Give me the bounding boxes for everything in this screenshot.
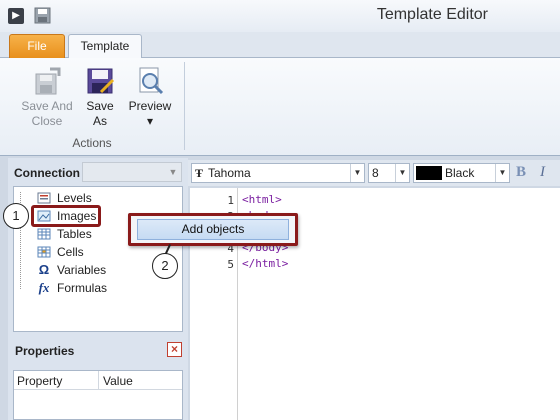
step-callout-2: 2 [152, 253, 178, 279]
font-family-select[interactable]: Ŧ Tahoma ▼ [191, 163, 365, 183]
omega-icon: Ω [38, 262, 50, 277]
column-divider [98, 371, 99, 390]
tab-template[interactable]: Template [68, 34, 142, 59]
chevron-down-icon: ▼ [495, 164, 509, 182]
save-as-button[interactable]: Save As [80, 66, 120, 129]
line-number: 5 [227, 258, 234, 271]
levels-icon [37, 192, 51, 204]
chevron-down-icon: ▼ [350, 164, 364, 182]
connection-label: Connection [14, 166, 80, 180]
tree-item-label: Tables [57, 227, 92, 241]
save-and-close-button[interactable]: Save And Close [17, 66, 77, 129]
preview-button[interactable]: Preview ▾ [124, 66, 176, 129]
fx-icon: fx [38, 280, 50, 295]
tables-icon [37, 228, 51, 240]
connection-select[interactable]: ▼ [82, 162, 182, 182]
save-as-icon [87, 68, 115, 94]
font-size-select[interactable]: 8 ▼ [368, 163, 410, 183]
save-as-line2: As [92, 114, 107, 128]
chevron-down-icon: ▼ [395, 164, 409, 182]
step-callout-1: 1 [3, 203, 29, 229]
tree-item-variables[interactable]: Ω Variables [13, 261, 163, 279]
column-header-value[interactable]: Value [103, 374, 133, 388]
italic-button[interactable]: I [540, 164, 545, 181]
font-color-value: Black [445, 166, 475, 180]
ribbon-group-label: Actions [72, 136, 112, 150]
bold-button[interactable]: B [516, 164, 526, 181]
preview-magnifier-icon [139, 67, 164, 95]
code-line[interactable]: </html> [242, 257, 288, 270]
close-icon[interactable]: × [167, 342, 182, 357]
window-title: Template Editor [376, 6, 488, 23]
font-family-value: Tahoma [208, 166, 251, 180]
chevron-down-icon: ▼ [168, 167, 178, 177]
tree-item-label: Cells [57, 245, 84, 259]
font-size-value: 8 [372, 166, 379, 180]
tree-item-label: Variables [57, 263, 107, 277]
cells-icon [37, 246, 51, 258]
color-swatch [416, 166, 442, 180]
save-and-close-line2: Close [31, 114, 63, 128]
save-as-line1: Save [86, 99, 114, 113]
code-line[interactable]: <html> [242, 193, 282, 206]
properties-label: Properties [15, 344, 75, 358]
font-color-select[interactable]: Black ▼ [413, 163, 510, 183]
save-close-icon [35, 67, 61, 95]
column-header-property[interactable]: Property [17, 374, 62, 388]
tree-item-label: Formulas [57, 281, 108, 295]
line-number: 1 [227, 194, 234, 207]
preview-label: Preview [128, 99, 172, 113]
images-highlight-frame [31, 205, 101, 227]
preview-dropdown-icon[interactable]: ▾ [147, 114, 153, 128]
tab-file[interactable]: File [9, 34, 65, 58]
tree-item-formulas[interactable]: fx Formulas [13, 279, 163, 297]
ribbon-separator [184, 62, 185, 150]
font-type-icon: Ŧ [195, 166, 204, 180]
menu-item-add-objects[interactable]: Add objects [137, 219, 289, 240]
save-and-close-line1: Save And [21, 99, 73, 113]
